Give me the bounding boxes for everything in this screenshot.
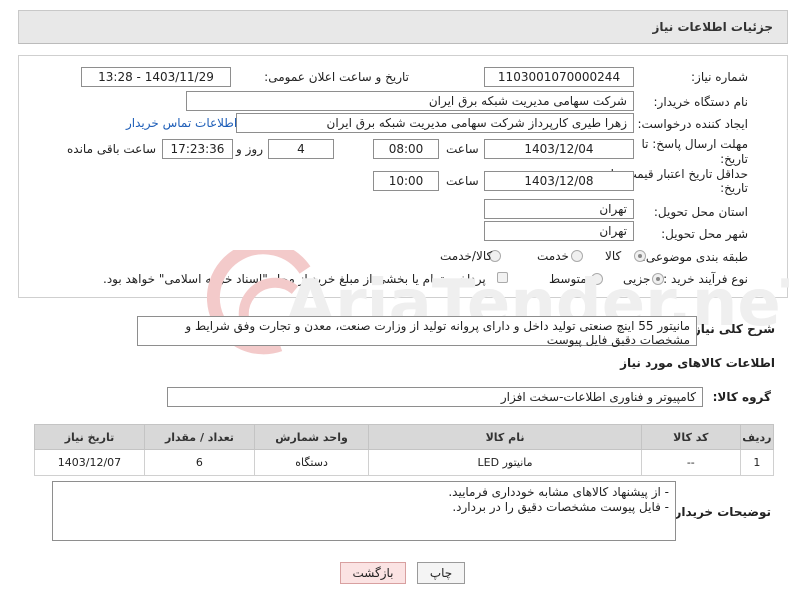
back-button[interactable]: بازگشت [340,562,406,584]
remaining-time-field: 17:23:36 [162,139,233,159]
description-field: مانیتور 55 اینچ صنعتی تولید داخل و دارای… [137,316,697,347]
col-goods-name: نام کالا [368,424,642,450]
description-label: شرح کلی نیاز: [689,322,775,336]
city-field: تهران [484,221,634,241]
buyer-notes-line-2: - فایل پیوست مشخصات دقیق را در بردارد. [452,500,669,514]
goods-group-field: کامپیوتر و فناوری اطلاعات-سخت افزار [167,387,703,407]
goods-group-label: گروه کالا: [712,390,771,404]
creator-field: زهرا طیری کارپرداز شرکت سهامی مدیریت شبک… [236,113,634,133]
category-option-goods: کالا [605,249,622,263]
need-number-field: 1103001070000244 [484,67,634,87]
announce-label: تاریخ و ساعت اعلان عمومی: [264,70,409,84]
price-time-field: 10:00 [373,171,439,191]
col-need-date: تاریخ نیاز [34,424,145,450]
reply-time-field: 08:00 [373,139,439,159]
buyer-notes-line-1: - از پیشنهاد کالاهای مشابه خودداری فرمای… [448,485,669,499]
reply-date-field: 1403/12/04 [484,139,634,159]
cell-row-number: 1 [739,449,775,476]
goods-table: ردیف کد کالا نام کالا واحد شمارش تعداد /… [34,424,775,476]
process-option-medium: متوسط [549,272,587,286]
remaining-label: ساعت باقی مانده [67,142,157,156]
category-option-service: خدمت [537,249,569,263]
province-label: استان محل تحویل: [653,205,748,219]
buyer-notes-field: - از پیشنهاد کالاهای مشابه خودداری فرمای… [52,481,676,541]
reply-time-label: ساعت [446,142,479,156]
col-row-number: ردیف [739,424,775,450]
price-date-field: 1403/12/08 [484,171,634,191]
table-row: 1 -- مانیتور LED دستگاه 6 1403/12/07 [34,449,775,476]
province-field: تهران [484,199,634,219]
cell-quantity: 6 [143,449,255,476]
table-header-row: ردیف کد کالا نام کالا واحد شمارش تعداد /… [34,424,775,450]
page-title: جزئیات اطلاعات نیاز [652,20,773,34]
process-radio-minor[interactable] [652,273,664,285]
process-label: نوع فرآیند خرید : [663,272,748,286]
category-radio-service[interactable] [571,250,583,262]
announce-field: 1403/11/29 - 13:28 [81,67,231,87]
cell-need-date: 1403/12/07 [34,449,145,476]
buyer-contact-link[interactable]: اطلاعات تماس خریدار [126,116,237,130]
payment-text: پرداخت تمام یا بخشی از مبلغ خرید،از محل … [103,272,486,286]
cell-unit: دستگاه [253,449,370,476]
col-quantity: تعداد / مقدار [143,424,255,450]
process-option-minor: جزیی [623,272,651,286]
category-option-both: کالا/خدمت [440,249,493,263]
price-validity-label-2: تاریخ: [720,181,748,195]
print-button[interactable]: چاپ [417,562,465,584]
col-goods-code: کد کالا [640,424,741,450]
buyer-notes-label: توضیحات خریدار: [669,505,771,519]
cell-goods-name: مانیتور LED [368,449,642,476]
city-label: شهر محل تحویل: [661,227,748,241]
category-radio-goods[interactable] [634,250,646,262]
price-time-label: ساعت [446,174,479,188]
reply-deadline-label: مهلت ارسال پاسخ: تا [641,137,748,151]
reply-deadline-label-2: تاریخ: [720,152,748,166]
days-label: روز و [236,142,263,156]
cell-goods-code: -- [640,449,741,476]
process-radio-medium[interactable] [591,273,603,285]
col-unit: واحد شمارش [253,424,370,450]
need-number-label: شماره نیاز: [691,70,748,84]
creator-label: ایجاد کننده درخواست: [637,117,748,131]
page-header: جزئیات اطلاعات نیاز [18,10,788,44]
goods-section-title: اطلاعات کالاهای مورد نیاز [620,356,775,370]
category-label: طبقه بندی موضوعی: [641,250,748,264]
payment-checkbox[interactable] [497,272,508,283]
reply-days-field: 4 [268,139,334,159]
buyer-label: نام دستگاه خریدار: [653,95,749,109]
buyer-field: شرکت سهامی مدیریت شبکه برق ایران [186,91,634,111]
